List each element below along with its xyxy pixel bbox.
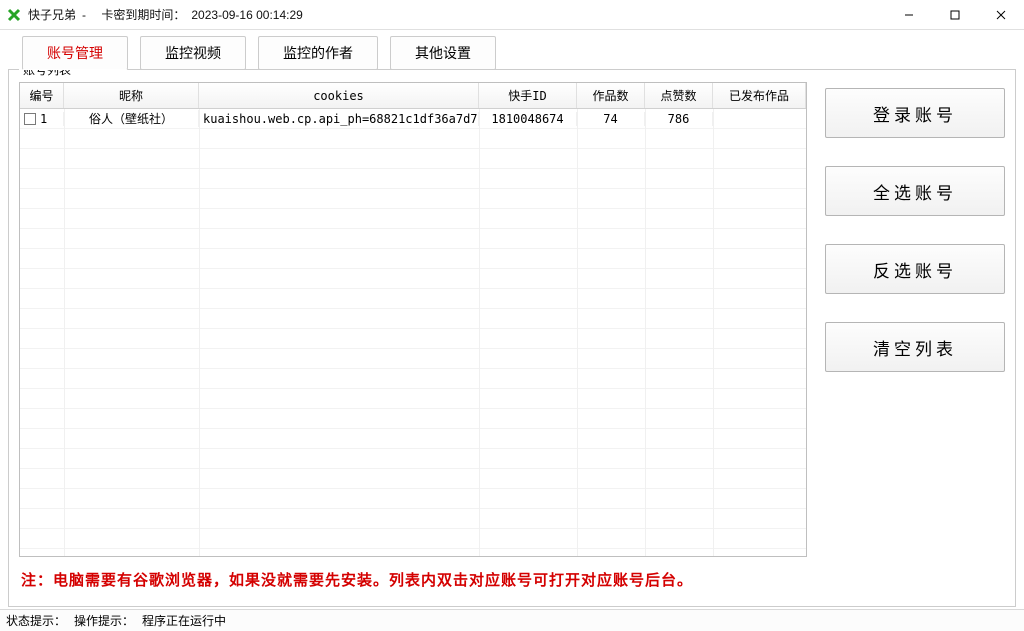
app-name: 快子兄弟: [28, 6, 76, 23]
cell-index: 1: [20, 112, 64, 126]
button-label: 全选账号: [873, 179, 957, 204]
table-body: 1 俗人（壁纸社） kuaishou.web.cp.api_ph=68821c1…: [20, 109, 806, 556]
th-ksid[interactable]: 快手ID: [479, 83, 577, 108]
th-likes[interactable]: 点赞数: [645, 83, 713, 108]
table-header: 编号 昵称 cookies 快手ID 作品数 点赞数 已发布作品: [20, 83, 806, 109]
tab-monitor-video[interactable]: 监控视频: [140, 36, 246, 70]
content-area: 账号管理 监控视频 监控的作者 其他设置 账号列表 编号 昵称 cookies …: [0, 30, 1024, 609]
button-label: 清空列表: [873, 335, 957, 360]
button-label: 反选账号: [873, 257, 957, 282]
tab-label: 账号管理: [47, 45, 103, 61]
clear-list-button[interactable]: 清空列表: [825, 322, 1005, 372]
maximize-button[interactable]: [932, 0, 978, 30]
expiry-value: 2023-09-16 00:14:29: [191, 8, 302, 22]
tab-other-settings[interactable]: 其他设置: [390, 36, 496, 70]
tab-label: 其他设置: [415, 45, 471, 61]
cell-works: 74: [577, 112, 645, 126]
op-label: 操作提示：: [74, 612, 134, 629]
cell-ksid: 1810048674: [479, 112, 577, 126]
title-separator: -: [82, 8, 86, 22]
login-account-button[interactable]: 登录账号: [825, 88, 1005, 138]
cell-nickname: 俗人（壁纸社）: [64, 110, 199, 127]
tab-account-manage[interactable]: 账号管理: [22, 36, 128, 70]
cell-cookies: kuaishou.web.cp.api_ph=68821c1df36a7d7..…: [199, 112, 479, 126]
th-published[interactable]: 已发布作品: [713, 83, 806, 108]
tab-label: 监控的作者: [283, 45, 353, 61]
invert-selection-button[interactable]: 反选账号: [825, 244, 1005, 294]
expiry-label: 卡密到期时间：: [101, 6, 185, 23]
status-label: 状态提示：: [6, 612, 66, 629]
button-label: 登录账号: [873, 101, 957, 126]
th-cookies[interactable]: cookies: [199, 83, 479, 108]
side-buttons: 登录账号 全选账号 反选账号 清空列表: [825, 82, 1005, 557]
app-icon: [6, 7, 22, 23]
close-button[interactable]: [978, 0, 1024, 30]
cell-likes: 786: [645, 112, 713, 126]
table-row[interactable]: 1 俗人（壁纸社） kuaishou.web.cp.api_ph=68821c1…: [20, 109, 806, 129]
tab-label: 监控视频: [165, 45, 221, 61]
lower-area: 编号 昵称 cookies 快手ID 作品数 点赞数 已发布作品 1 俗人（壁纸…: [19, 82, 1005, 557]
empty-grid-lines: [20, 129, 806, 556]
window-controls: [886, 0, 1024, 29]
th-nickname[interactable]: 昵称: [64, 83, 199, 108]
row-checkbox[interactable]: [24, 113, 36, 125]
th-index[interactable]: 编号: [20, 83, 64, 108]
cell-index-value: 1: [40, 112, 47, 126]
titlebar-left: 快子兄弟 - 卡密到期时间： 2023-09-16 00:14:29: [6, 6, 303, 23]
select-all-button[interactable]: 全选账号: [825, 166, 1005, 216]
statusbar: 状态提示： 操作提示： 程序正在运行中: [0, 609, 1024, 631]
th-works[interactable]: 作品数: [577, 83, 645, 108]
titlebar: 快子兄弟 - 卡密到期时间： 2023-09-16 00:14:29: [0, 0, 1024, 30]
tabstrip: 账号管理 监控视频 监控的作者 其他设置: [8, 36, 1016, 70]
tab-monitor-author[interactable]: 监控的作者: [258, 36, 378, 70]
account-table[interactable]: 编号 昵称 cookies 快手ID 作品数 点赞数 已发布作品 1 俗人（壁纸…: [19, 82, 807, 557]
op-value: 程序正在运行中: [142, 612, 226, 629]
note-text: 注：电脑需要有谷歌浏览器，如果没就需要先安装。列表内双击对应账号可打开对应账号后…: [19, 565, 1005, 596]
account-list-group: 账号列表 编号 昵称 cookies 快手ID 作品数 点赞数 已发布作品: [8, 69, 1016, 607]
minimize-button[interactable]: [886, 0, 932, 30]
